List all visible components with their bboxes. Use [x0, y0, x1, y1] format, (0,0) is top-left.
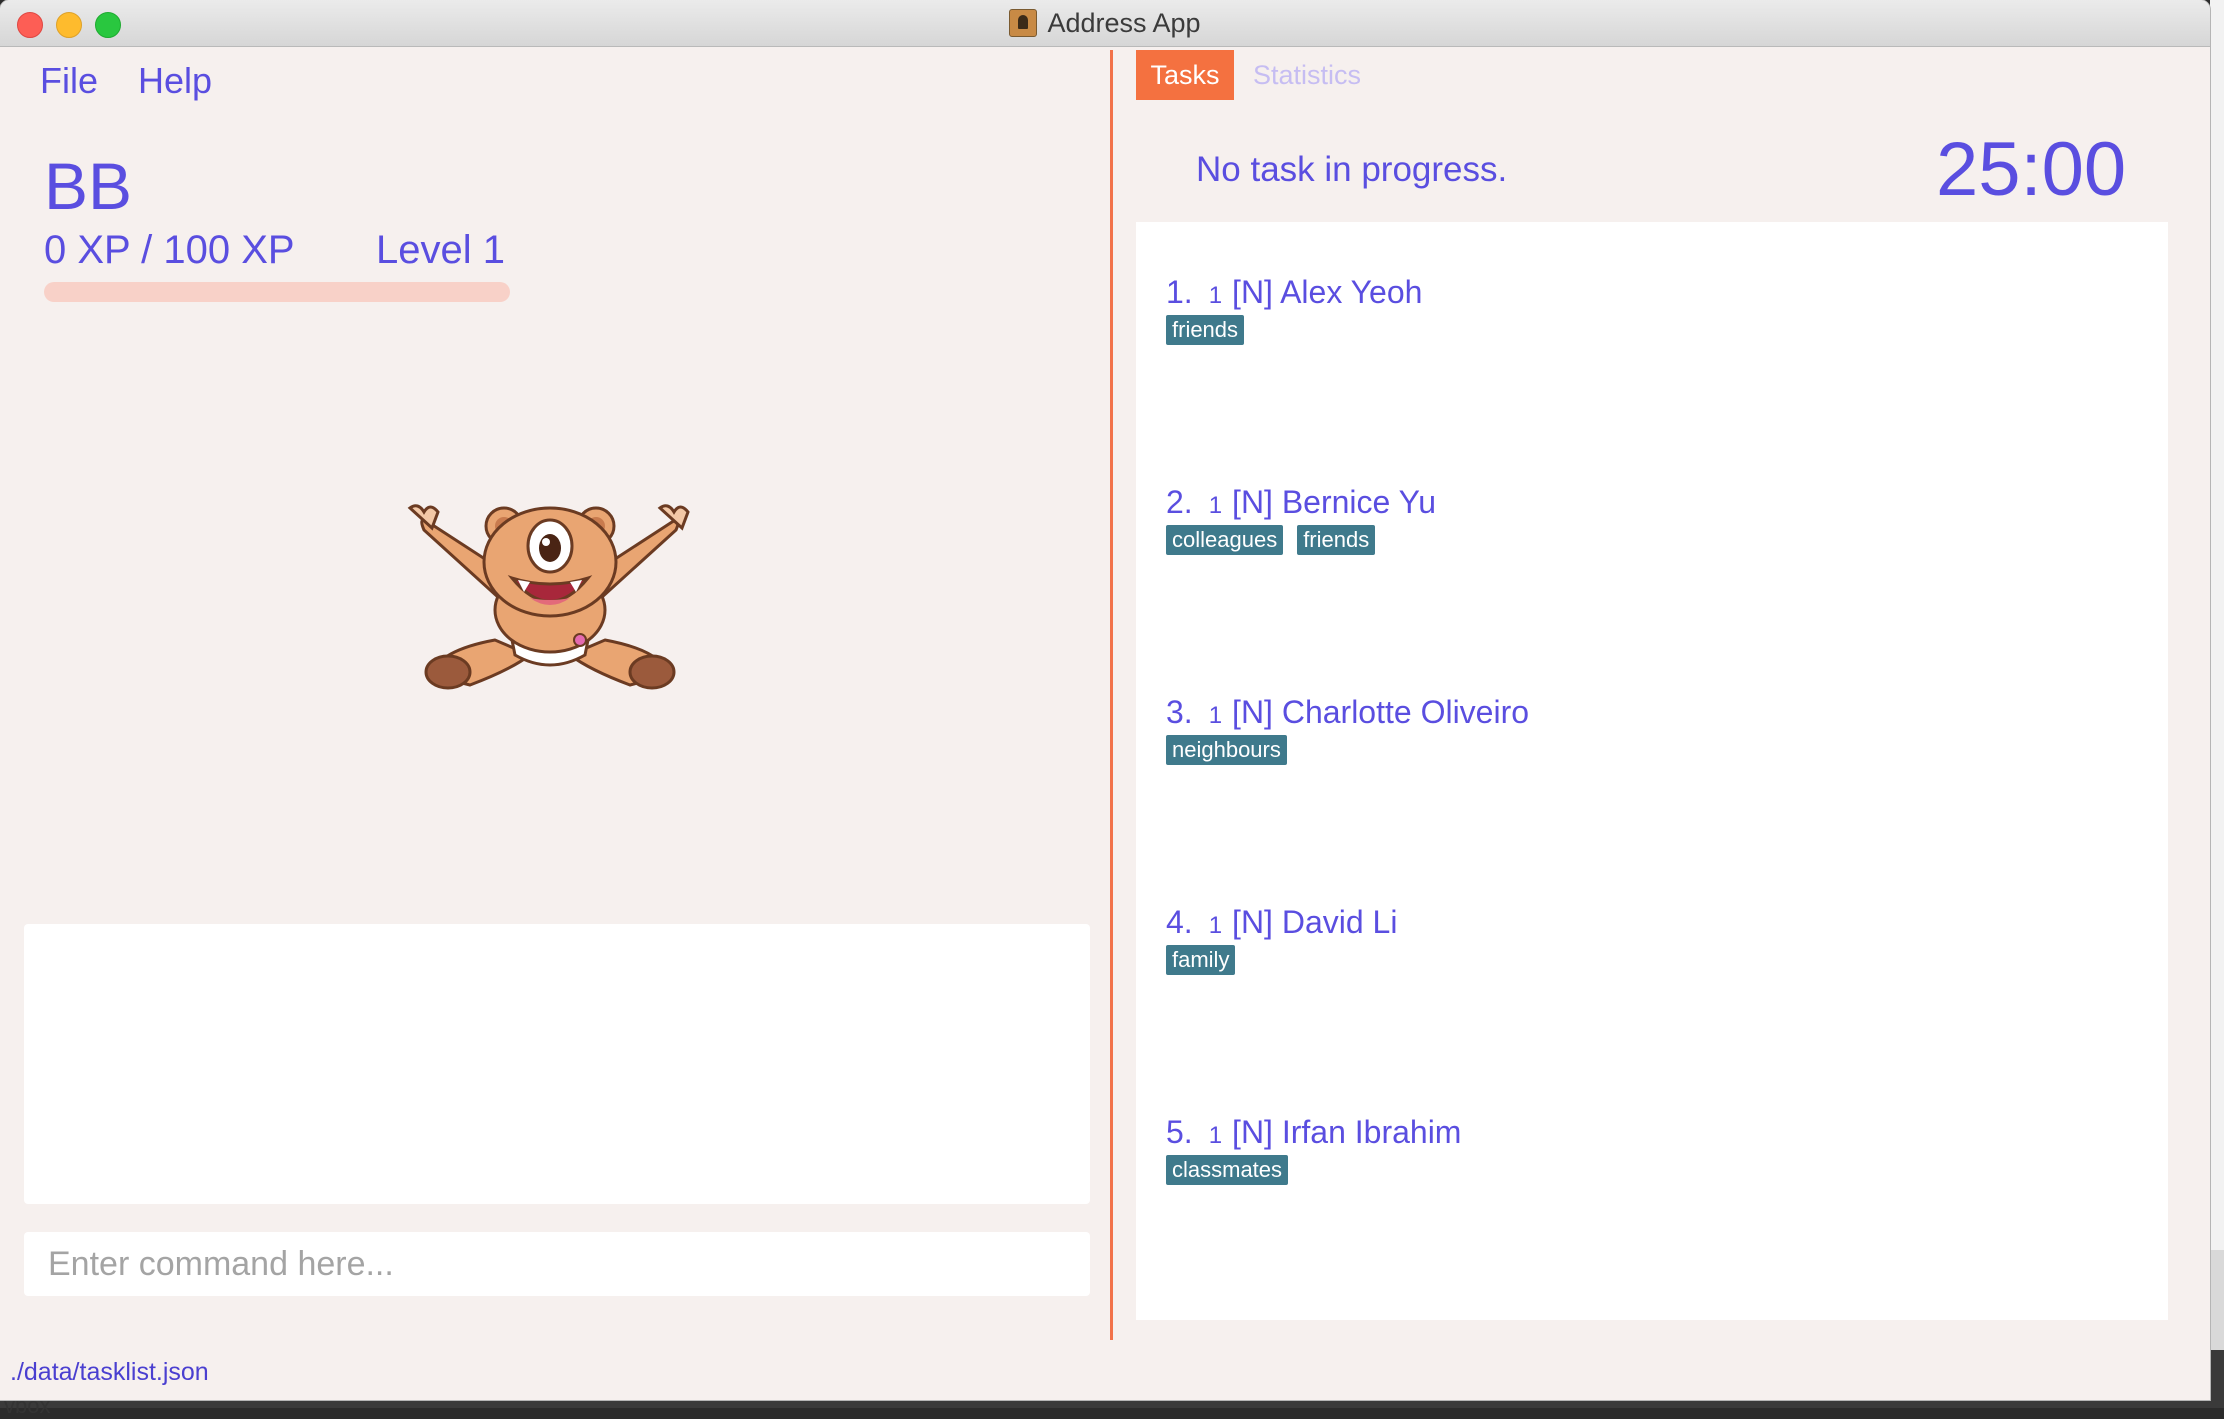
task-card[interactable]: 2. 1 [N] Bernice Yu colleagues friends: [1166, 484, 1436, 555]
task-priority: 1: [1208, 912, 1223, 939]
title-bar[interactable]: Address App: [0, 0, 2210, 47]
task-card[interactable]: 3. 1 [N] Charlotte Oliveiro neighbours: [1166, 694, 1529, 765]
level-text: Level 1: [376, 228, 505, 272]
task-card[interactable]: 5. 1 [N] Irfan Ibrahim classmates: [1166, 1114, 1461, 1185]
menu-file[interactable]: File: [40, 60, 98, 102]
task-list-panel: 1. 1 [N] Alex Yeoh friends 2. 1 [N] Bern…: [1136, 222, 2168, 1320]
desktop-background-right: [2210, 0, 2224, 1408]
task-priority: 1: [1208, 1122, 1223, 1149]
task-tag: classmates: [1166, 1155, 1289, 1185]
task-tag: colleagues: [1166, 525, 1284, 555]
result-display: [24, 924, 1090, 1204]
task-tag: family: [1166, 945, 1236, 975]
window-title: Address App: [1047, 7, 1201, 38]
task-tag: friends: [1166, 315, 1245, 345]
task-index: 2.: [1166, 484, 1193, 520]
task-index: 4.: [1166, 904, 1193, 940]
task-name: [N] Charlotte Oliveiro: [1232, 694, 1530, 730]
task-index: 5.: [1166, 1114, 1193, 1150]
task-index: 3.: [1166, 694, 1193, 730]
address-book-icon: [1009, 9, 1038, 37]
task-name: [N] Bernice Yu: [1232, 484, 1437, 520]
tab-statistics[interactable]: Statistics: [1242, 50, 1372, 100]
task-priority: 1: [1208, 282, 1223, 309]
timer-display: 25:00: [1936, 127, 2127, 212]
task-index: 1.: [1166, 274, 1193, 310]
task-priority: 1: [1208, 702, 1223, 729]
task-name: [N] Irfan Ibrahim: [1232, 1114, 1462, 1150]
task-card[interactable]: 4. 1 [N] David Li family: [1166, 904, 1397, 975]
menu-help[interactable]: Help: [138, 60, 212, 102]
menu-bar: File Help: [40, 60, 212, 102]
profile-name: BB: [44, 149, 133, 223]
task-tag: neighbours: [1166, 735, 1287, 765]
desktop-background-bottom: [0, 1400, 2224, 1408]
task-card[interactable]: 1. 1 [N] Alex Yeoh friends: [1166, 274, 1422, 345]
xp-progress-bar: [44, 282, 510, 302]
task-name: [N] Alex Yeoh: [1232, 274, 1423, 310]
app-window: Address App File Help BB 0 XP / 100 XP L…: [0, 0, 2210, 1400]
pane-divider[interactable]: [1110, 50, 1113, 1340]
task-tag: friends: [1297, 525, 1376, 555]
task-name: [N] David Li: [1232, 904, 1398, 940]
task-priority: 1: [1208, 492, 1223, 519]
xp-text: 0 XP / 100 XP: [44, 228, 295, 272]
task-status: No task in progress.: [1196, 150, 1508, 189]
status-bar-path: ./data/tasklist.json: [10, 1358, 209, 1386]
mascot-image: [407, 504, 690, 690]
tab-tasks[interactable]: Tasks: [1136, 50, 1234, 100]
command-input[interactable]: [24, 1232, 1090, 1296]
